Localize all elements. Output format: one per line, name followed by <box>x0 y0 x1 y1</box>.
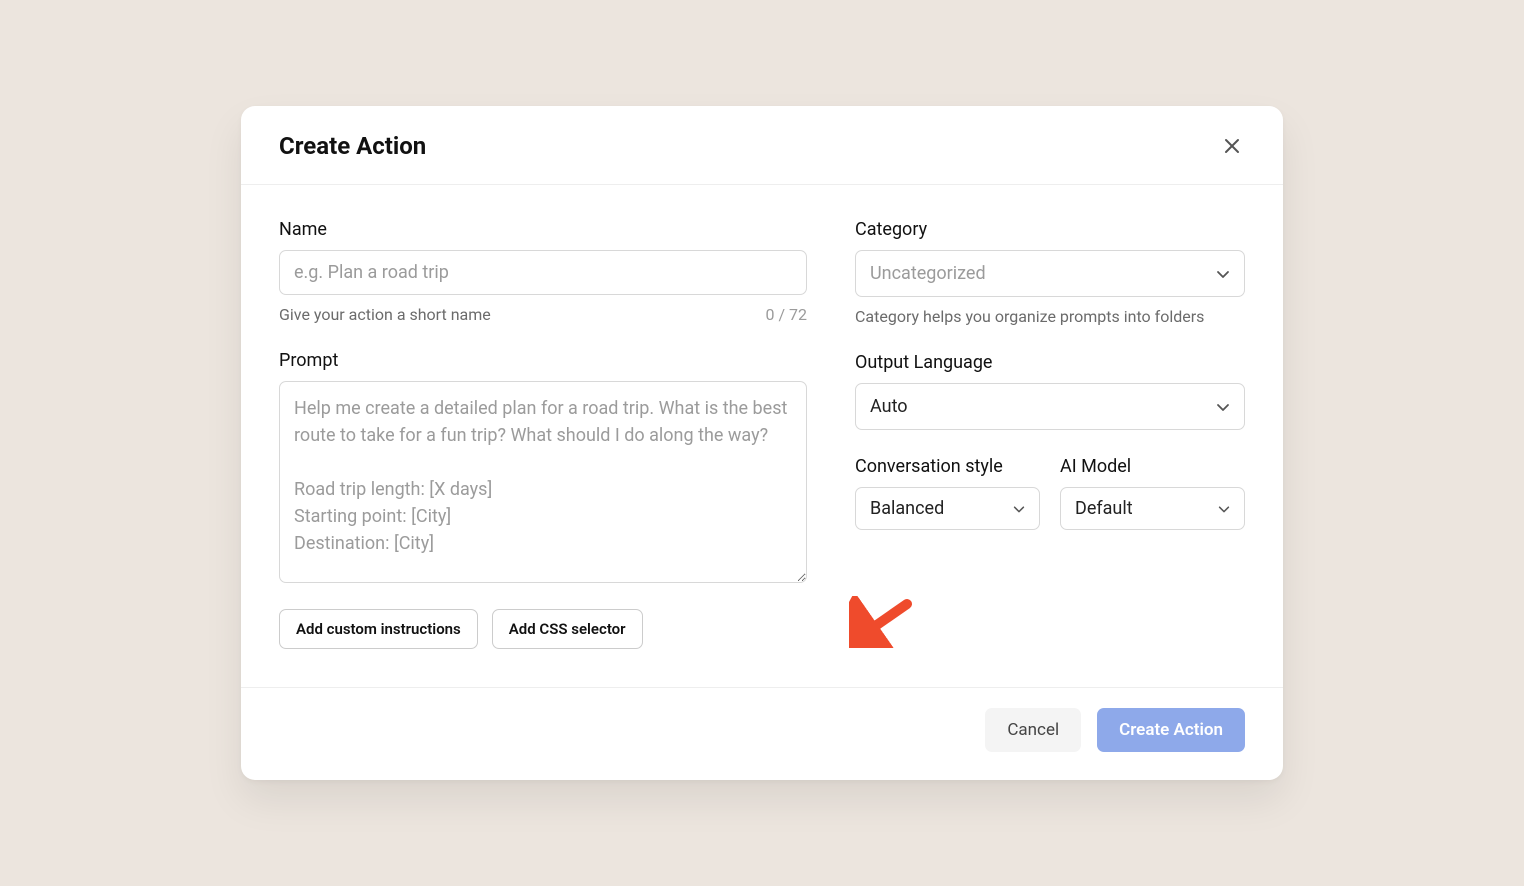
cancel-button[interactable]: Cancel <box>985 708 1081 752</box>
prompt-label: Prompt <box>279 350 807 371</box>
name-label: Name <box>279 219 807 240</box>
modal-body: Name Give your action a short name 0 / 7… <box>241 185 1283 687</box>
right-column: Category Uncategorized Category helps yo… <box>855 219 1245 649</box>
conversation-style-field: Conversation style Balanced <box>855 456 1040 530</box>
output-language-label: Output Language <box>855 352 1245 373</box>
add-css-selector-button[interactable]: Add CSS selector <box>492 609 643 649</box>
modal-title: Create Action <box>279 132 426 160</box>
category-select-wrap: Uncategorized <box>855 250 1245 297</box>
prompt-field: Prompt <box>279 350 807 587</box>
left-column: Name Give your action a short name 0 / 7… <box>279 219 807 649</box>
output-language-select-wrap: Auto <box>855 383 1245 430</box>
name-counter: 0 / 72 <box>765 305 807 324</box>
prompt-textarea[interactable] <box>279 381 807 583</box>
name-helper: Give your action a short name <box>279 305 491 324</box>
ai-model-label: AI Model <box>1060 456 1245 477</box>
output-language-select[interactable]: Auto <box>855 383 1245 430</box>
modal-footer: Cancel Create Action <box>241 687 1283 780</box>
ai-model-select[interactable]: Default <box>1060 487 1245 530</box>
ai-model-field: AI Model Default <box>1060 456 1245 530</box>
ai-model-select-wrap: Default <box>1060 487 1245 530</box>
output-language-field: Output Language Auto <box>855 352 1245 430</box>
close-button[interactable] <box>1219 133 1245 159</box>
style-model-row: Conversation style Balanced AI Model <box>855 456 1245 530</box>
create-action-modal: Create Action Name Give your action a sh… <box>241 106 1283 780</box>
create-action-button[interactable]: Create Action <box>1097 708 1245 752</box>
conversation-style-select-wrap: Balanced <box>855 487 1040 530</box>
conversation-style-label: Conversation style <box>855 456 1040 477</box>
category-select[interactable]: Uncategorized <box>855 250 1245 297</box>
close-icon <box>1223 137 1241 155</box>
name-input[interactable] <box>279 250 807 295</box>
prompt-button-row: Add custom instructions Add CSS selector <box>279 609 807 649</box>
add-custom-instructions-button[interactable]: Add custom instructions <box>279 609 478 649</box>
category-label: Category <box>855 219 1245 240</box>
name-field: Name Give your action a short name 0 / 7… <box>279 219 807 324</box>
category-helper-row: Category helps you organize prompts into… <box>855 307 1245 326</box>
category-helper: Category helps you organize prompts into… <box>855 307 1204 326</box>
name-helper-row: Give your action a short name 0 / 72 <box>279 305 807 324</box>
category-field: Category Uncategorized Category helps yo… <box>855 219 1245 326</box>
conversation-style-select[interactable]: Balanced <box>855 487 1040 530</box>
modal-header: Create Action <box>241 106 1283 185</box>
